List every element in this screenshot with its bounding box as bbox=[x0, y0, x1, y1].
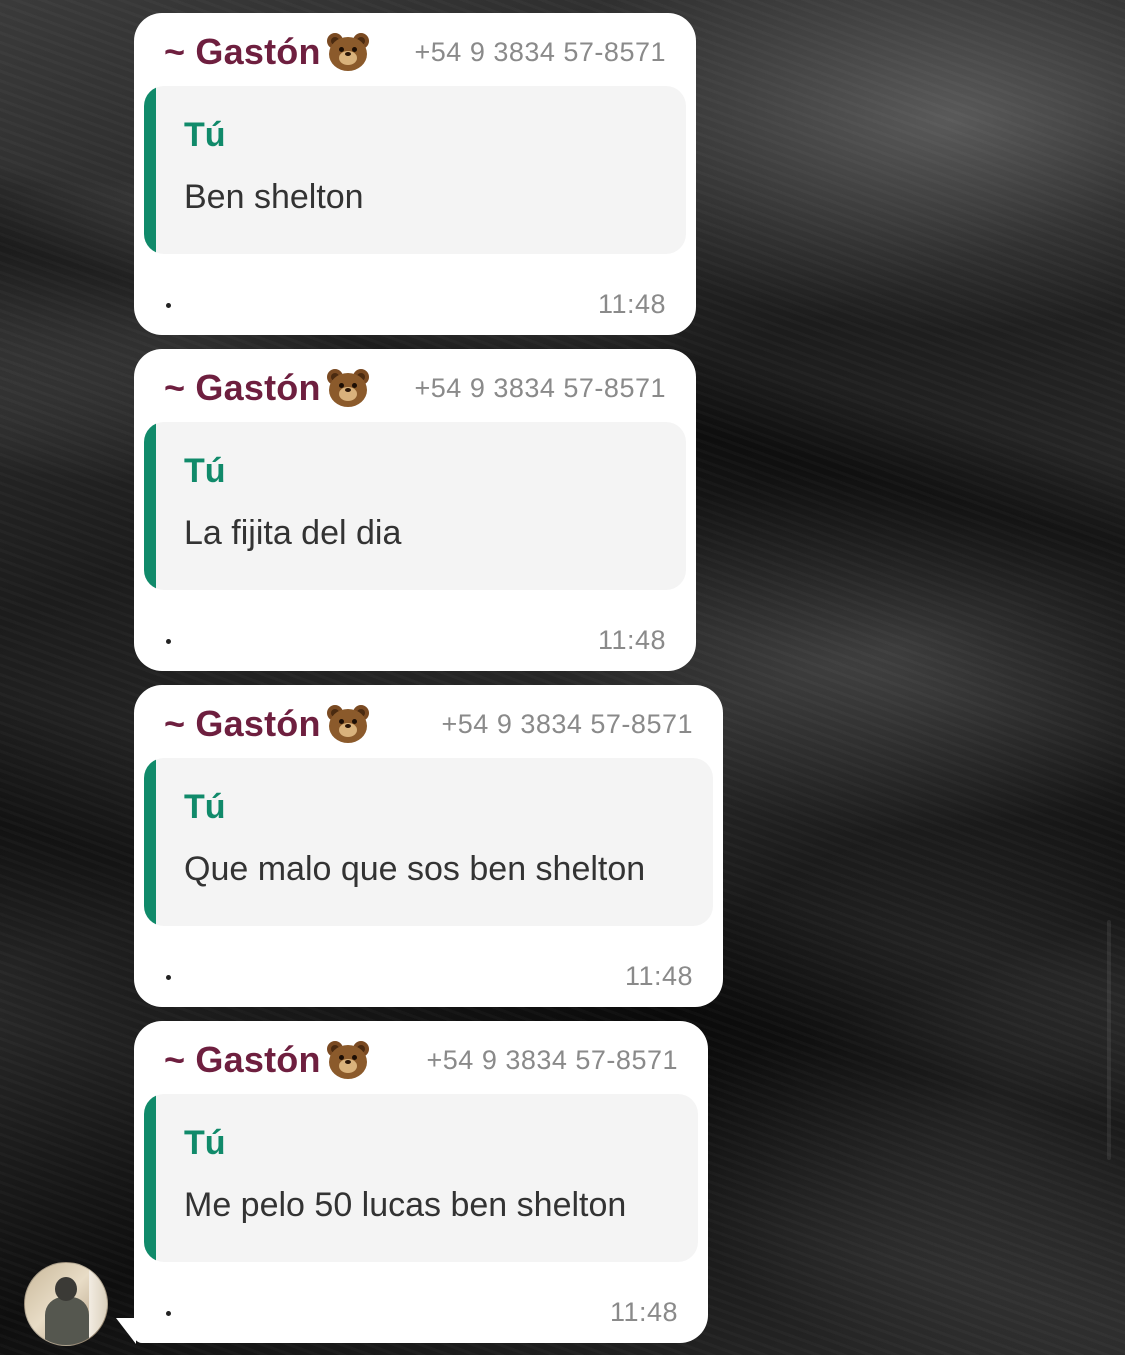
message-header: ~ Gastón +54 9 3834 57-8571 bbox=[164, 30, 666, 74]
sender-phone[interactable]: +54 9 3834 57-8571 bbox=[415, 37, 666, 68]
quote-text: Me pelo 50 lucas ben shelton bbox=[184, 1186, 627, 1224]
message-bubble[interactable]: ~ Gastón +54 9 3834 57-8571 Tú Me pelo 5… bbox=[134, 1021, 708, 1343]
message-header: ~ Gastón +54 9 3834 57-8571 bbox=[164, 1038, 678, 1082]
message-body-dot bbox=[166, 975, 171, 980]
scroll-indicator[interactable] bbox=[1107, 920, 1111, 1160]
sender-phone[interactable]: +54 9 3834 57-8571 bbox=[427, 1045, 678, 1076]
avatar-figure-head bbox=[55, 1277, 77, 1301]
sender-name-row[interactable]: ~ Gastón bbox=[164, 703, 369, 745]
quote-text: Que malo que sos ben shelton bbox=[184, 850, 646, 888]
sender-phone[interactable]: +54 9 3834 57-8571 bbox=[442, 709, 693, 740]
sender-name[interactable]: ~ Gastón bbox=[164, 703, 321, 745]
quoted-message[interactable]: Tú La fijita del dia bbox=[144, 422, 686, 590]
message-time: 11:48 bbox=[624, 961, 693, 991]
message-bubble[interactable]: ~ Gastón +54 9 3834 57-8571 Tú Que malo … bbox=[134, 685, 723, 1007]
message-bubble[interactable]: ~ Gastón +54 9 3834 57-8571 Tú La fijita… bbox=[134, 349, 696, 671]
quote-author: Tú bbox=[184, 452, 226, 490]
quote-author: Tú bbox=[184, 788, 226, 826]
message-body-dot bbox=[166, 639, 171, 644]
sender-name[interactable]: ~ Gastón bbox=[164, 31, 321, 73]
message-header: ~ Gastón +54 9 3834 57-8571 bbox=[164, 366, 666, 410]
sender-name[interactable]: ~ Gastón bbox=[164, 1039, 321, 1081]
bear-icon bbox=[326, 705, 369, 743]
bear-icon bbox=[326, 369, 369, 407]
bear-icon bbox=[326, 33, 369, 71]
message-time: 11:48 bbox=[597, 289, 666, 319]
quote-author: Tú bbox=[184, 1124, 226, 1162]
avatar-figure-body bbox=[45, 1297, 89, 1345]
sender-name-row[interactable]: ~ Gastón bbox=[164, 367, 369, 409]
message-time: 11:48 bbox=[597, 625, 666, 655]
sender-avatar[interactable] bbox=[24, 1262, 108, 1346]
message-header: ~ Gastón +54 9 3834 57-8571 bbox=[164, 702, 693, 746]
bear-icon bbox=[326, 1041, 369, 1079]
sender-name-row[interactable]: ~ Gastón bbox=[164, 1039, 369, 1081]
sender-name[interactable]: ~ Gastón bbox=[164, 367, 321, 409]
sender-name-row[interactable]: ~ Gastón bbox=[164, 31, 369, 73]
quoted-message[interactable]: Tú Me pelo 50 lucas ben shelton bbox=[144, 1094, 698, 1262]
quote-text: Ben shelton bbox=[184, 178, 364, 216]
quote-author: Tú bbox=[184, 116, 226, 154]
avatar-background bbox=[89, 1263, 107, 1345]
message-bubble[interactable]: ~ Gastón +54 9 3834 57-8571 Tú Ben shelt… bbox=[134, 13, 696, 335]
message-body-dot bbox=[166, 1311, 171, 1316]
quoted-message[interactable]: Tú Ben shelton bbox=[144, 86, 686, 254]
message-body-dot bbox=[166, 303, 171, 308]
sender-phone[interactable]: +54 9 3834 57-8571 bbox=[415, 373, 666, 404]
bubble-tail bbox=[116, 1318, 136, 1344]
quoted-message[interactable]: Tú Que malo que sos ben shelton bbox=[144, 758, 713, 926]
quote-text: La fijita del dia bbox=[184, 514, 402, 552]
message-time: 11:48 bbox=[609, 1297, 678, 1327]
